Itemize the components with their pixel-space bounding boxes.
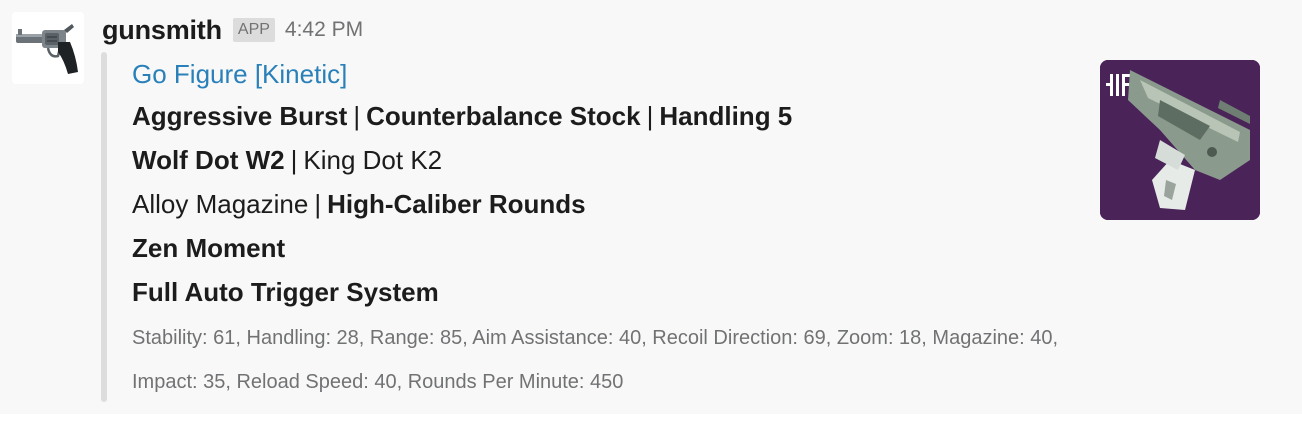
username[interactable]: gunsmith [102,15,222,46]
perk-name: Alloy Magazine [132,189,309,219]
avatar[interactable] [12,12,84,84]
perk-separator: | [646,101,654,131]
attachment: Go Figure [Kinetic] Aggressive Burst | Cou… [132,54,1082,404]
chat-message: gunsmith APP 4:42 PM Go Figure [Kinetic]… [0,0,1302,414]
perk-row-5: Full Auto Trigger System [132,270,1082,314]
perk-name: Aggressive Burst [132,101,348,131]
attachment-title-link[interactable]: Go Figure [Kinetic] [132,54,1082,94]
perk-separator: | [314,189,322,219]
perk-row-1: Aggressive Burst | Counterbalance Stock | Ha… [132,94,1082,138]
perk-name: High-Caliber Rounds [327,189,586,219]
perk-name: King Dot K2 [303,145,443,175]
weapon-thumbnail-image [1100,60,1260,220]
message-header: gunsmith APP 4:42 PM [102,12,363,48]
attachment-bar [101,52,107,402]
perk-name: Handling 5 [659,101,793,131]
weapon-stats: Stability: 61, Handling: 28, Range: 85, … [132,327,1059,393]
perk-name: Full Auto Trigger System [132,277,439,307]
perk-separator: | [290,145,298,175]
perk-row-3: Alloy Magazine | High-Caliber Rounds [132,182,1082,226]
perk-name: Zen Moment [132,233,286,263]
perk-separator: | [353,101,361,131]
timestamp[interactable]: 4:42 PM [285,18,363,42]
perk-name: Counterbalance Stock [366,101,641,131]
perk-row-4: Zen Moment [132,226,1082,270]
revolver-icon [16,24,78,74]
app-badge: APP [232,18,275,42]
perk-name: Wolf Dot W2 [132,145,285,175]
perk-row-2: Wolf Dot W2 | King Dot K2 [132,138,1082,182]
weapon-thumbnail[interactable] [1100,60,1260,220]
